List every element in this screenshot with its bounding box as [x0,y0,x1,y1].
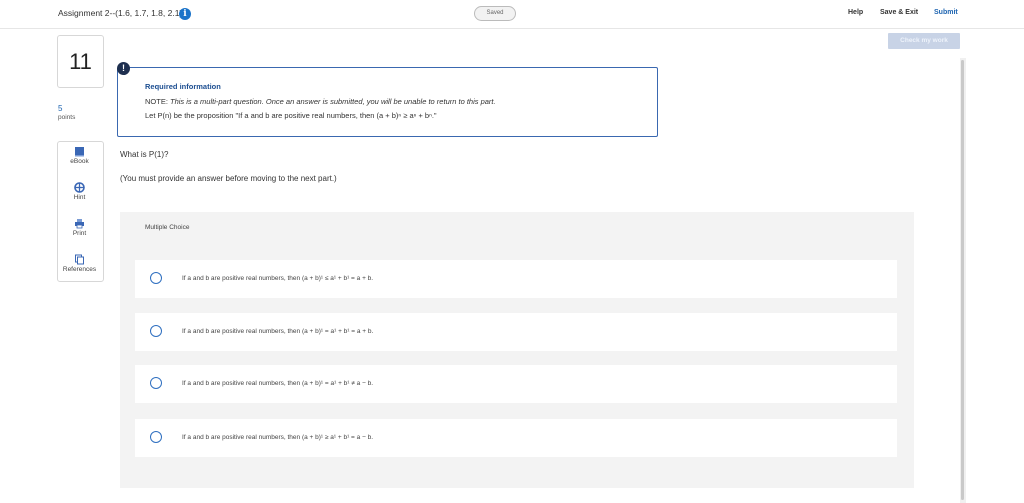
choice-text: If a and b are positive real numbers, th… [182,328,374,335]
multiple-choice-label: Multiple Choice [145,224,190,231]
choice-text: If a and b are positive real numbers, th… [182,380,374,387]
alert-icon: ! [117,62,130,75]
points-value: 5 [58,104,63,113]
tool-label-hint: Hint [73,194,86,201]
required-info-note: NOTE: This is a multi-part question. Onc… [145,97,496,106]
tool-label-ebook: eBook [70,158,89,165]
choice-text: If a and b are positive real numbers, th… [182,434,374,441]
printer-icon [75,219,84,229]
saved-status-badge: Saved [474,6,516,21]
choice-option-1[interactable]: If a and b are positive real numbers, th… [135,260,897,298]
life-ring-icon [74,182,85,193]
radio-button[interactable] [150,377,162,389]
scrollbar-thumb[interactable] [961,60,964,500]
help-link[interactable]: Help [848,9,863,16]
question-number: 11 [57,35,104,88]
book-icon [75,147,84,157]
question-prompt: What is P(1)? [120,150,169,159]
answer-required-note: (You must provide an answer before movin… [120,174,337,183]
save-exit-link[interactable]: Save & Exit [880,9,918,16]
print-tool[interactable]: Print [57,218,102,237]
radio-button[interactable] [150,431,162,443]
choice-text: If a and b are positive real numbers, th… [182,275,374,282]
check-my-work-button[interactable]: Check my work [888,33,960,49]
required-info-title: Required information [145,82,221,91]
info-icon[interactable]: i [179,8,191,20]
note-text: This is a multi-part question. Once an a… [170,97,496,106]
choice-option-2[interactable]: If a and b are positive real numbers, th… [135,313,897,351]
tool-label-print: Print [72,230,87,237]
points-label: points [58,114,76,121]
radio-button[interactable] [150,272,162,284]
tool-label-references: References [62,266,97,273]
submit-link[interactable]: Submit [934,9,958,16]
hint-tool[interactable]: Hint [57,182,102,201]
proposition-text: Let P(n) be the proposition "If a and b … [145,111,437,120]
note-prefix: NOTE: [145,97,171,106]
documents-icon [75,254,84,265]
assignment-title: Assignment 2--(1.6, 1.7, 1.8, 2.1) [58,8,183,18]
references-tool[interactable]: References [57,254,102,273]
radio-button[interactable] [150,325,162,337]
choice-option-4[interactable]: If a and b are positive real numbers, th… [135,419,897,457]
choice-option-3[interactable]: If a and b are positive real numbers, th… [135,365,897,403]
ebook-tool[interactable]: eBook [57,146,102,165]
